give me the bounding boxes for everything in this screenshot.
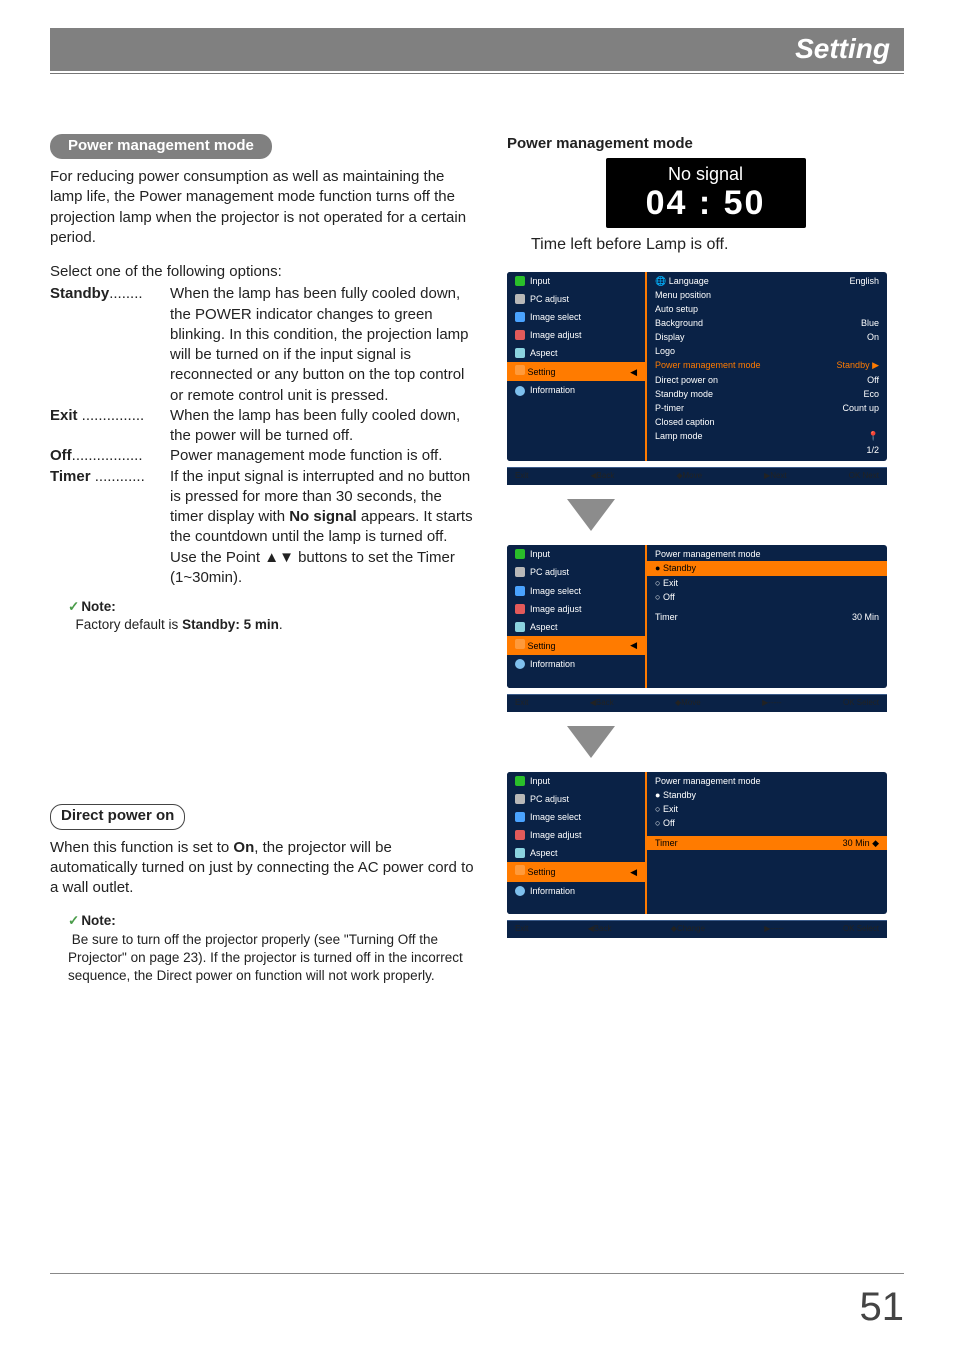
pin-icon: 📍 <box>868 430 879 442</box>
opt-term-off: Off................. <box>50 446 170 466</box>
sidebar-item-setting[interactable]: Setting◀ <box>507 862 645 881</box>
osd-opt-standby[interactable]: ● Standby <box>647 561 887 575</box>
dp-text: When this function is set to On, the pro… <box>50 838 477 899</box>
osd-menu-1: Input PC adjust Image select Image adjus… <box>507 272 887 462</box>
opt-desc-off: Power management mode function is off. <box>170 446 477 466</box>
arrow-down-icon <box>567 726 615 758</box>
nosignal-time: 04 : 50 <box>606 186 806 222</box>
sidebar-item-setting[interactable]: Setting◀ <box>507 636 645 655</box>
osd-row-power-mgmt[interactable]: Power management modeStandby ▶ <box>655 358 879 372</box>
section-heading-power-management: Power management mode <box>50 134 272 159</box>
footer-rule <box>50 1273 904 1274</box>
osd-footer-1: Exit◀Back◆Move▶NextOK Next <box>507 467 887 485</box>
osd-footer-3: Exit◀Back◆Change▶-----OK Select <box>507 920 887 938</box>
check-icon: ✓ <box>68 599 79 614</box>
pm-intro: For reducing power consumption as well a… <box>50 167 477 248</box>
chevron-left-icon: ◀ <box>630 366 637 378</box>
page-header: Setting <box>50 28 904 71</box>
image-select-icon <box>515 312 525 322</box>
opt-term-standby: Standby........ <box>50 284 170 406</box>
osd-menu-2: Input PC adjust Image select Image adjus… <box>507 545 887 688</box>
header-rule <box>50 73 904 74</box>
opt-term-exit: Exit ............... <box>50 406 170 447</box>
pm-options-list: Standby........ When the lamp has been f… <box>50 284 477 588</box>
arrow-down-icon <box>567 499 615 531</box>
nosignal-label: No signal <box>606 162 806 186</box>
aspect-icon <box>515 348 525 358</box>
check-icon: ✓ <box>68 913 79 928</box>
pc-adjust-icon <box>515 294 525 304</box>
nosignal-caption: Time left before Lamp is off. <box>531 234 904 256</box>
osd-footer-2: Exit◀Back◆Move▶-----OK Select <box>507 694 887 712</box>
opt-desc-exit: When the lamp has been fully cooled down… <box>170 406 477 447</box>
sidebar-item-setting[interactable]: Setting◀ <box>507 362 645 381</box>
osd-row-timer[interactable]: Timer30 Min ◆ <box>647 836 887 850</box>
nosignal-display: No signal 04 : 50 <box>606 158 806 228</box>
osd-sidebar: Input PC adjust Image select Image adjus… <box>507 272 647 462</box>
right-heading: Power management mode <box>507 134 904 154</box>
osd-main-panel: 🌐 LanguageEnglish Menu position Auto set… <box>647 272 887 462</box>
opt-desc-standby: When the lamp has been fully cooled down… <box>170 284 477 406</box>
osd-menu-3: Input PC adjust Image select Image adjus… <box>507 772 887 915</box>
input-icon <box>515 276 525 286</box>
opt-term-timer: Timer ............ <box>50 467 170 589</box>
pm-note: ✓Note: Factory default is Standby: 5 min… <box>68 598 477 634</box>
image-adjust-icon <box>515 330 525 340</box>
dp-note: ✓Note: Be sure to turn off the projector… <box>68 912 477 985</box>
info-icon <box>515 386 525 396</box>
setting-icon <box>515 365 525 375</box>
section-heading-direct-power-on: Direct power on <box>50 804 185 829</box>
pm-select-prompt: Select one of the following options: <box>50 262 477 282</box>
page-number: 51 <box>860 1280 905 1334</box>
opt-desc-timer: If the input signal is interrupted and n… <box>170 467 477 589</box>
